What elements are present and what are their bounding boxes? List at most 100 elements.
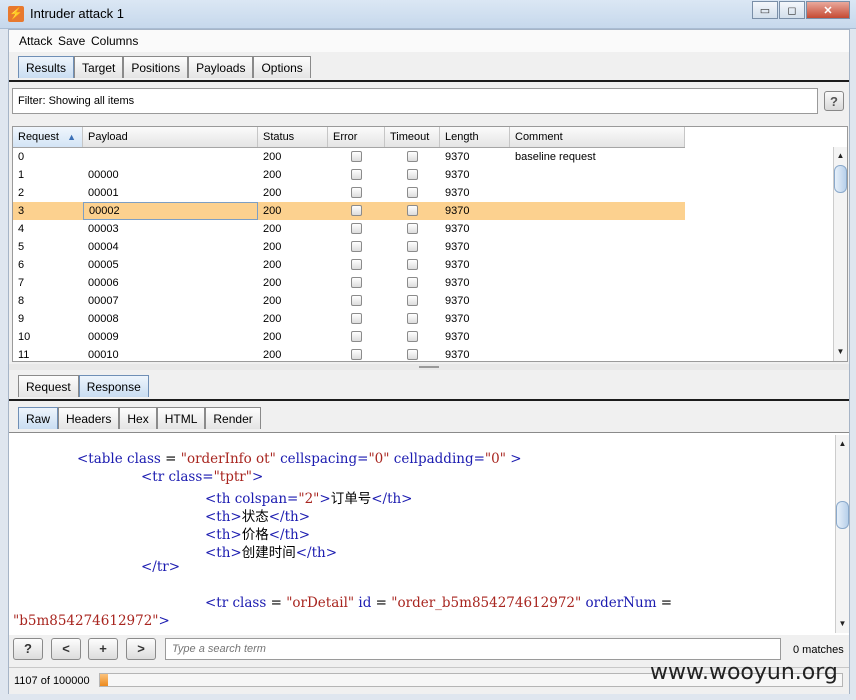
column-header-payload[interactable]: Payload xyxy=(83,127,258,147)
table-row[interactable]: 1 00000 200 9370 xyxy=(13,166,685,184)
table-row[interactable]: 8 00007 200 9370 xyxy=(13,292,685,310)
code-line: </tr> xyxy=(141,559,180,575)
table-row[interactable]: 11 00010 200 9370 xyxy=(13,346,685,361)
code-token: cellpadding= xyxy=(393,451,485,467)
error-checkbox xyxy=(351,259,362,270)
menu-columns[interactable]: Columns xyxy=(91,34,138,48)
payload-cell: 00008 xyxy=(88,313,119,325)
close-button[interactable]: ✕ xyxy=(806,1,850,19)
minimize-button[interactable]: ▭ xyxy=(752,1,778,19)
response-scroll-thumb[interactable] xyxy=(836,501,849,529)
error-cell xyxy=(328,256,385,274)
table-body: 0 200 9370 baseline request 1 00000 200 9370 2 00… xyxy=(13,148,685,361)
next-match-button[interactable]: > xyxy=(126,638,156,660)
payload-cell: 00007 xyxy=(88,295,119,307)
table-row[interactable]: 5 00004 200 9370 xyxy=(13,238,685,256)
code-token: "order_b5m854274612972" xyxy=(391,595,582,611)
table-row[interactable]: 0 200 9370 baseline request xyxy=(13,148,685,166)
timeout-checkbox xyxy=(407,331,418,342)
window-title: Intruder attack 1 xyxy=(30,6,124,21)
column-header-status[interactable]: Status xyxy=(258,127,328,147)
filter-label: Filter: xyxy=(18,95,46,107)
comment-cell xyxy=(510,166,685,184)
tab-headers[interactable]: Headers xyxy=(58,407,120,429)
tab-options[interactable]: Options xyxy=(253,56,311,78)
tab-request[interactable]: Request xyxy=(18,375,79,397)
timeout-checkbox xyxy=(407,205,418,216)
search-input[interactable] xyxy=(165,638,781,660)
timeout-cell xyxy=(385,148,440,166)
request-count: 1107 of 100000 xyxy=(14,675,90,687)
request-cell: 10 xyxy=(18,331,31,343)
previous-match-button[interactable]: < xyxy=(51,638,81,660)
table-row[interactable]: 2 00001 200 9370 xyxy=(13,184,685,202)
tab-raw[interactable]: Raw xyxy=(18,407,59,429)
payload-cell: 00006 xyxy=(88,277,119,289)
scroll-up-icon[interactable]: ▲ xyxy=(834,149,847,163)
code-token: <tr xyxy=(141,469,169,485)
error-checkbox xyxy=(351,295,362,306)
code-token: = xyxy=(371,595,392,611)
search-help-button[interactable]: ? xyxy=(13,638,43,660)
scroll-up-icon[interactable]: ▲ xyxy=(836,437,849,451)
tab-payloads[interactable]: Payloads xyxy=(188,56,254,78)
table-row[interactable]: 9 00008 200 9370 xyxy=(13,310,685,328)
tab-render[interactable]: Render xyxy=(205,407,261,429)
tab-hex[interactable]: Hex xyxy=(119,407,157,429)
code-token: class xyxy=(127,451,161,467)
table-row[interactable]: 7 00006 200 9370 xyxy=(13,274,685,292)
table-row[interactable]: 10 00009 200 9370 xyxy=(13,328,685,346)
comment-cell xyxy=(510,310,685,328)
pane-splitter[interactable] xyxy=(9,364,849,370)
menu-attack[interactable]: Attack xyxy=(19,34,52,48)
length-cell: 9370 xyxy=(445,331,470,343)
burp-logo-icon: ⚡ xyxy=(8,6,24,22)
splitter-grip[interactable] xyxy=(419,366,439,368)
tab-html[interactable]: HTML xyxy=(156,407,206,429)
timeout-cell xyxy=(385,166,440,184)
table-row[interactable]: 4 00003 200 9370 xyxy=(13,220,685,238)
code-line: <th colspan="2">订单号</th> xyxy=(205,487,413,507)
column-header-length[interactable]: Length xyxy=(440,127,510,147)
column-header-timeout[interactable]: Timeout xyxy=(385,127,440,147)
response-scrollbar[interactable]: ▲ ▼ xyxy=(835,435,849,633)
table-scrollbar[interactable]: ▲ ▼ xyxy=(833,147,847,361)
filter-help-button[interactable]: ? xyxy=(824,91,844,111)
column-header-request[interactable]: Request ▲ xyxy=(13,127,83,147)
tab-positions[interactable]: Positions xyxy=(123,56,189,78)
table-scroll-thumb[interactable] xyxy=(834,165,847,193)
timeout-checkbox xyxy=(407,187,418,198)
comment-cell xyxy=(510,328,685,346)
menu-save[interactable]: Save xyxy=(58,34,85,48)
length-cell: 9370 xyxy=(445,241,470,253)
error-checkbox xyxy=(351,313,362,324)
payload-cell: 00003 xyxy=(88,223,119,235)
status-cell: 200 xyxy=(263,241,282,253)
error-checkbox xyxy=(351,187,362,198)
tab-response[interactable]: Response xyxy=(78,375,149,397)
code-token: id xyxy=(358,595,372,611)
error-checkbox xyxy=(351,331,362,342)
filter-bar[interactable]: Filter: Showing all items xyxy=(12,88,818,114)
column-header-comment[interactable]: Comment xyxy=(510,127,685,147)
tab-target[interactable]: Target xyxy=(74,56,124,78)
request-cell: 9 xyxy=(18,313,25,325)
table-row[interactable]: 3 00002 200 9370 xyxy=(13,202,685,220)
scroll-down-icon[interactable]: ▼ xyxy=(834,345,847,359)
response-raw-view[interactable]: ▲ ▼ <table class = "orderInfo ot" cellsp… xyxy=(9,432,849,635)
request-cell: 5 xyxy=(18,241,25,253)
add-search-button[interactable]: + xyxy=(88,638,118,660)
column-header-error[interactable]: Error xyxy=(328,127,385,147)
length-cell: 9370 xyxy=(445,151,470,163)
code-token: "tptr" xyxy=(213,469,252,485)
code-line: "b5m854274612972"> xyxy=(13,613,170,629)
comment-cell xyxy=(510,274,685,292)
maximize-button[interactable]: ◻ xyxy=(779,1,805,19)
comment-cell xyxy=(510,346,685,361)
tab-results[interactable]: Results xyxy=(18,56,75,78)
code-token: </tr> xyxy=(141,559,181,575)
error-cell xyxy=(328,202,385,220)
scroll-down-icon[interactable]: ▼ xyxy=(836,617,849,631)
error-cell xyxy=(328,274,385,292)
table-row[interactable]: 6 00005 200 9370 xyxy=(13,256,685,274)
